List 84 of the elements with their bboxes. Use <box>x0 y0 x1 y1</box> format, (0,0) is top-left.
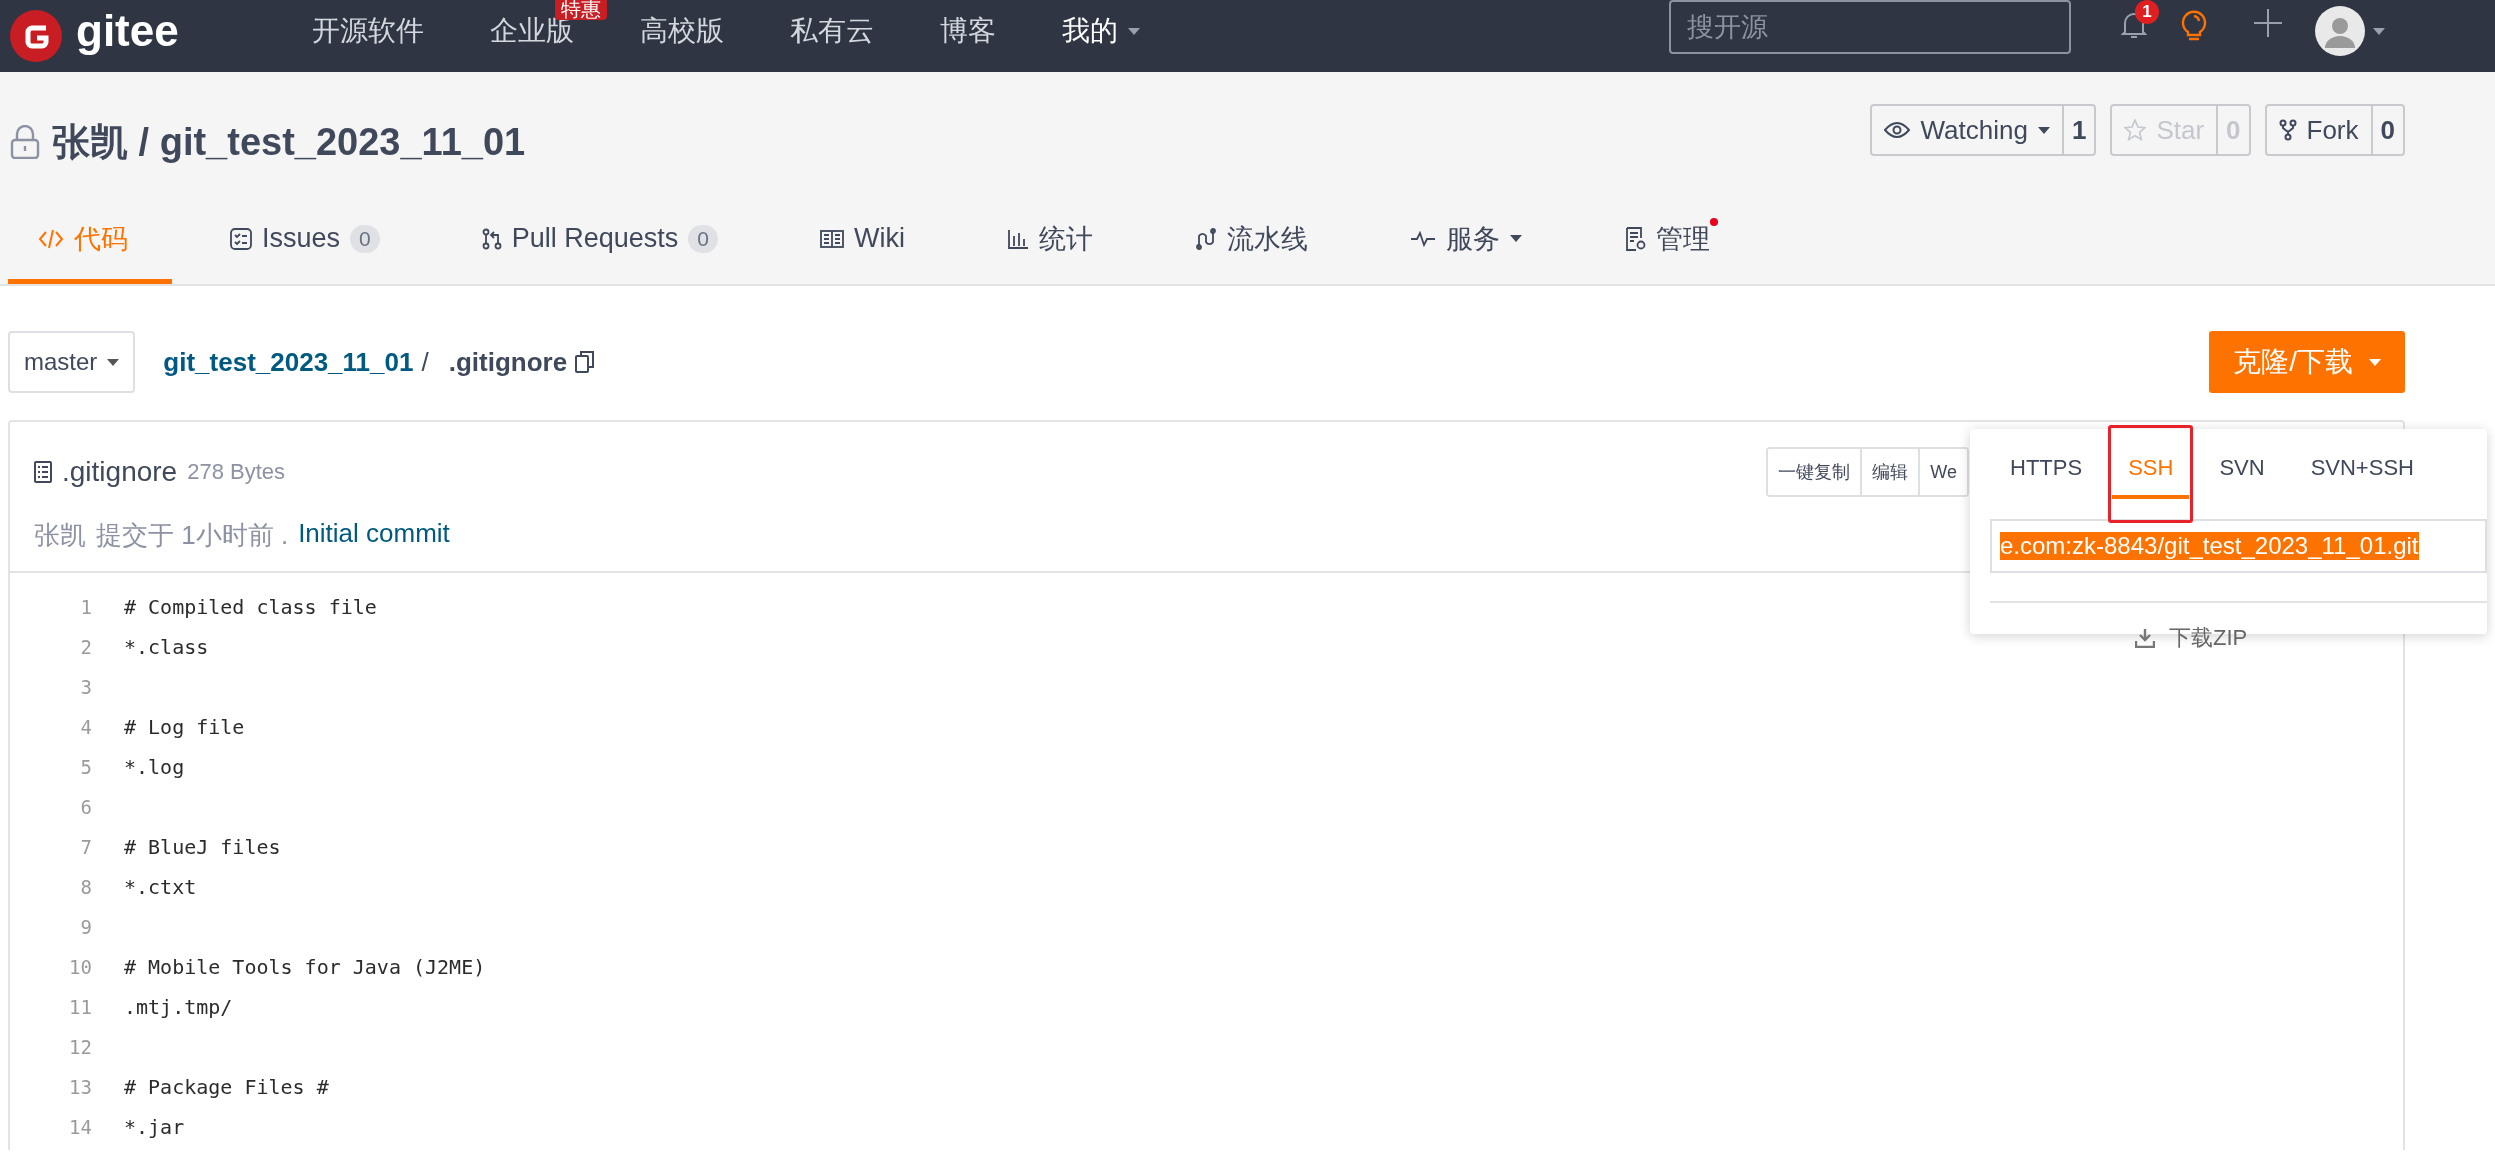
line-number: 9 <box>79 916 93 938</box>
repo-tab[interactable]: 统计 <box>977 198 1137 284</box>
code-line: # Mobile Tools for Java (J2ME) <box>124 955 486 979</box>
line-number: 5 <box>79 756 93 778</box>
protocol-tab[interactable]: SVN+SSH <box>2294 455 2430 499</box>
nav-link[interactable]: 开源软件 <box>279 14 457 48</box>
line-number: 3 <box>79 676 93 698</box>
file-title: .gitignore <box>62 456 178 488</box>
file-name: .gitignore <box>448 346 568 378</box>
code-line: *.ctxt <box>124 875 197 899</box>
repo-tab[interactable]: 流水线 <box>1165 198 1352 284</box>
line-number: 7 <box>79 836 93 858</box>
count-badge: 0 <box>688 224 718 253</box>
repo-tab[interactable]: Wiki <box>790 198 949 284</box>
count-badge: 0 <box>350 224 380 253</box>
code-line: .mtj.tmp/ <box>124 995 233 1019</box>
nav-link[interactable]: 私有云 <box>757 14 907 48</box>
nav-link[interactable]: 高校版 <box>607 14 757 48</box>
protocol-tab[interactable]: HTTPS <box>2010 455 2099 499</box>
caret-icon <box>2369 358 2381 366</box>
commit-message-link[interactable]: Initial commit <box>298 518 450 553</box>
pulse-icon <box>1410 230 1436 247</box>
checklist-icon <box>230 227 252 250</box>
nav-link[interactable]: 博客 <box>907 14 1029 48</box>
repo-tab[interactable]: 管理 <box>1594 198 1754 284</box>
code-line: *.jar <box>124 1115 185 1139</box>
notification-count: 1 <box>2135 0 2159 24</box>
file-action-button[interactable]: 一键复制 <box>1768 449 1863 495</box>
branch-dropdown[interactable]: master <box>8 331 136 393</box>
count-label[interactable]: 1 <box>2063 106 2095 154</box>
eye-icon <box>1884 121 1911 139</box>
caret-icon <box>1128 27 1140 35</box>
code-line: # Package Files # <box>124 1075 329 1099</box>
code-line: # BlueJ files <box>124 835 281 859</box>
code-line: # Log file <box>124 715 245 739</box>
logo-icon <box>10 10 62 62</box>
repo-tab[interactable]: Pull Requests 0 <box>451 198 762 284</box>
line-number: 6 <box>79 796 93 818</box>
avatar-icon <box>2315 6 2365 56</box>
download-icon <box>2135 628 2155 648</box>
line-number: 12 <box>68 1036 93 1058</box>
copy-icon <box>575 351 596 373</box>
user-menu-button[interactable] <box>2315 6 2385 56</box>
pipeline-icon <box>1195 227 1217 250</box>
line-number: 2 <box>79 636 93 658</box>
repo-link[interactable]: git_test_2023_11_01 <box>163 346 414 378</box>
plus-icon <box>2253 8 2283 38</box>
book-icon <box>820 228 844 249</box>
code-icon <box>38 227 64 250</box>
line-number: 13 <box>68 1076 93 1098</box>
pull-request-icon <box>481 227 502 250</box>
repo-tab[interactable]: Issues 0 <box>200 198 424 284</box>
line-number: 14 <box>68 1116 93 1138</box>
star-icon <box>2124 119 2147 141</box>
code-line: *.class <box>124 635 209 659</box>
repo-tab[interactable]: 服务 <box>1380 198 1566 284</box>
nav-link[interactable]: 我的 <box>1029 14 1173 48</box>
lightbulb-icon <box>2179 8 2209 42</box>
commit-author: 张凯 <box>34 519 86 552</box>
code-line: # Compiled class file <box>124 595 377 619</box>
document-gear-icon <box>1624 226 1646 251</box>
caret-icon <box>107 358 120 366</box>
caret-icon <box>2373 27 2385 35</box>
line-number: 10 <box>68 956 93 978</box>
promo-badge: 特惠 <box>555 0 607 20</box>
line-number: 4 <box>79 716 93 738</box>
line-number: 11 <box>68 996 93 1018</box>
line-number: 8 <box>79 876 93 898</box>
commit-info: 提交于 1小时前 . <box>96 519 289 552</box>
watch-button[interactable]: Watching <box>1872 106 2064 154</box>
file-icon <box>34 461 52 483</box>
code-line: *.log <box>124 755 185 779</box>
fork-icon <box>2278 119 2297 141</box>
logo-text[interactable]: gitee <box>76 8 179 54</box>
protocol-tab[interactable]: SVN <box>2203 455 2281 499</box>
download-zip-link[interactable]: 下载ZIP <box>1990 601 2487 653</box>
file-size: 278 Bytes <box>187 459 286 485</box>
path-separator: / <box>421 346 429 378</box>
search-field[interactable]: 搜开源 <box>1669 0 2071 54</box>
count-label[interactable]: 0 <box>2372 106 2403 154</box>
repository-title[interactable]: 张凯 / git_test_2023_11_01 <box>52 116 526 168</box>
line-number: 1 <box>79 596 93 618</box>
bar-chart-icon <box>1007 228 1029 249</box>
fork-button[interactable]: Fork <box>2266 106 2373 154</box>
